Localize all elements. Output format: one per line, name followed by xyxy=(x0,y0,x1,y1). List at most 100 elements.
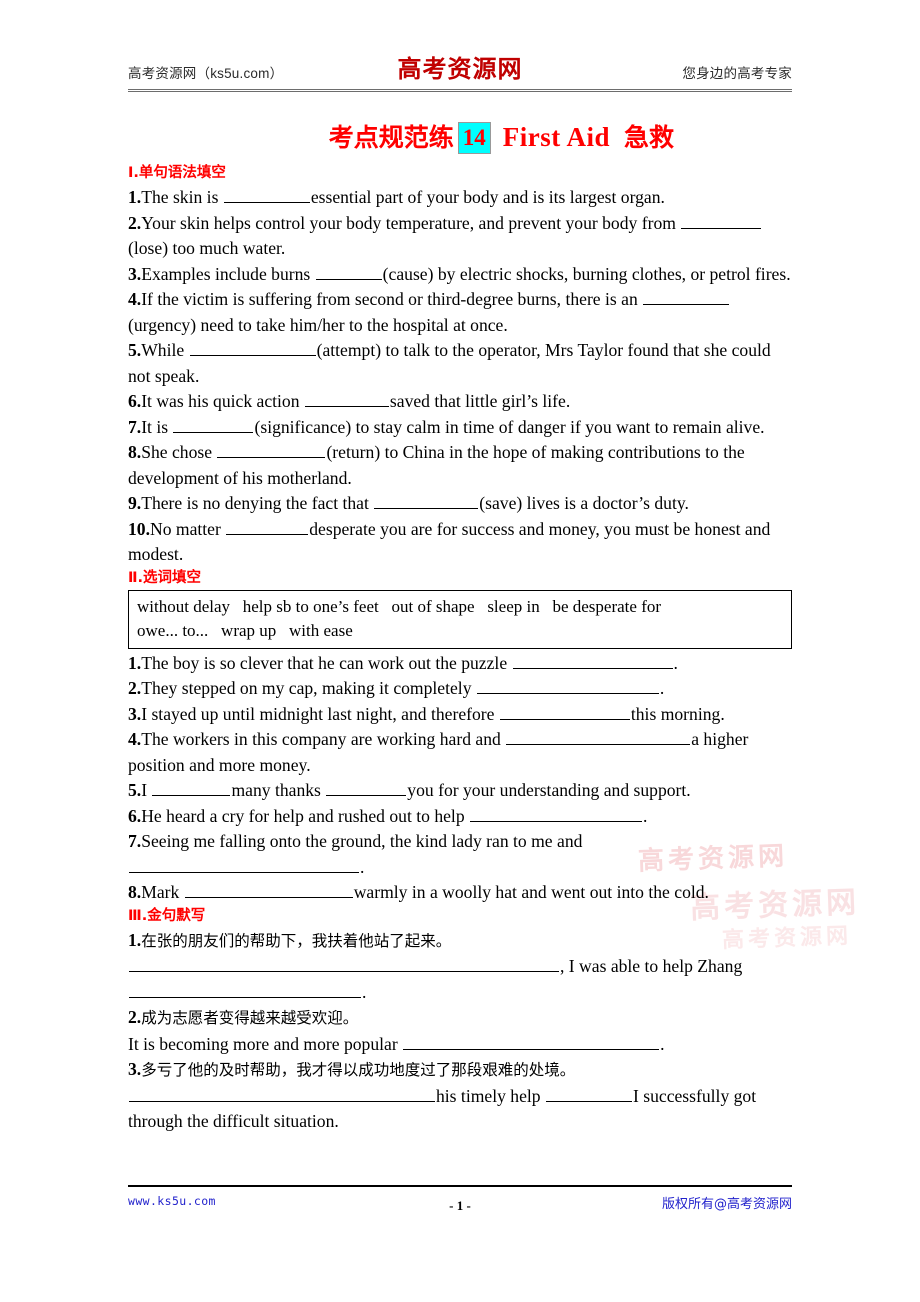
translation-answer-line: It is becoming more and more popular . xyxy=(128,1032,792,1058)
answer-blank[interactable] xyxy=(152,779,231,796)
page-title: 考点规范练 14 First Aid 急救 xyxy=(128,118,792,158)
title-exercise-number: 14 xyxy=(457,122,491,154)
section-heading: Ⅰ.单句语法填空 xyxy=(128,165,226,181)
question-item: 5.While (attempt) to talk to the operato… xyxy=(128,338,792,389)
question-item: 4.The workers in this company are workin… xyxy=(128,727,792,778)
title-english: First Aid xyxy=(502,122,610,152)
question-text: his timely help xyxy=(436,1085,545,1106)
question-item: 3.I stayed up until midnight last night,… xyxy=(128,702,792,728)
chinese-sentence: 成为志愿者变得越来越受欢迎。 xyxy=(141,1009,359,1027)
footer-copyright: 版权所有@高考资源网 xyxy=(661,1197,792,1212)
question-number: 2. xyxy=(128,1007,142,1027)
question-number: 7. xyxy=(128,416,142,437)
question-text: (urgency) need to take him/her to the ho… xyxy=(128,314,508,335)
question-text: . xyxy=(643,805,648,826)
answer-blank[interactable] xyxy=(223,186,310,203)
answer-blank[interactable] xyxy=(403,1033,660,1050)
question-number: 6. xyxy=(128,391,142,411)
question-number: 2. xyxy=(128,212,142,233)
answer-blank[interactable] xyxy=(184,881,353,898)
answer-blank[interactable] xyxy=(129,856,359,873)
answer-blank[interactable] xyxy=(506,728,691,745)
question-item: 1.The boy is so clever that he can work … xyxy=(128,651,792,677)
answer-blank[interactable] xyxy=(374,492,479,509)
question-item: 8.Mark warmly in a woolly hat and went o… xyxy=(128,880,792,906)
chinese-sentence: 在张的朋友们的帮助下，我扶着他站了起来。 xyxy=(141,931,452,950)
question-item: 2.Your skin helps control your body temp… xyxy=(128,211,792,262)
question-item: 5.I many thanks you for your understandi… xyxy=(128,778,792,804)
question-item: 7.It is (significance) to stay calm in t… xyxy=(128,415,792,441)
answer-blank[interactable] xyxy=(189,339,316,356)
answer-blank[interactable] xyxy=(217,441,326,458)
answer-blank[interactable] xyxy=(326,779,407,796)
question-text: He heard a cry for help and rushed out t… xyxy=(141,805,470,826)
question-text: . xyxy=(673,652,678,673)
question-item: 6.He heard a cry for help and rushed out… xyxy=(128,804,792,830)
answer-blank[interactable] xyxy=(129,1085,435,1102)
page-header: 高考资源网（ks5u.com） 高考资源网 您身边的高考专家 xyxy=(128,48,792,92)
answer-blank[interactable] xyxy=(129,981,361,998)
question-number: 3. xyxy=(128,263,142,284)
header-slogan: 您身边的高考专家 xyxy=(682,66,792,81)
translation-answer-line: his timely help I successfully got throu… xyxy=(128,1084,792,1135)
header-logo: 高考资源网 xyxy=(397,55,523,83)
word-bank-line: owe... to... wrap up with ease xyxy=(137,620,353,640)
answer-blank[interactable] xyxy=(315,263,382,280)
answer-blank[interactable] xyxy=(304,390,389,407)
question-text: Examples include burns xyxy=(141,263,315,284)
question-item: 10.No matter desperate you are for succe… xyxy=(128,517,792,568)
translation-prompt: 1.在张的朋友们的帮助下，我扶着他站了起来。 xyxy=(128,928,792,955)
question-text: Seeing me falling onto the ground, the k… xyxy=(141,831,583,851)
question-text: . xyxy=(362,981,367,1002)
translation-prompt: 3.多亏了他的及时帮助，我才得以成功地度过了那段艰难的处境。 xyxy=(128,1057,792,1084)
question-number: 3. xyxy=(128,703,142,724)
question-text: (save) lives is a doctor’s duty. xyxy=(479,493,689,513)
question-text: saved that little girl’s life. xyxy=(389,391,571,411)
question-text: essential part of your body and is its l… xyxy=(310,187,665,207)
question-text: The workers in this company are working … xyxy=(141,729,506,749)
question-text: . xyxy=(360,856,365,877)
answer-blank[interactable] xyxy=(173,416,254,433)
question-number: 2. xyxy=(128,678,142,698)
chinese-sentence: 多亏了他的及时帮助，我才得以成功地度过了那段艰难的处境。 xyxy=(141,1061,576,1079)
footer-page-number: - 1 - xyxy=(449,1198,471,1213)
word-bank-box: without delay help sb to one’s feet out … xyxy=(128,589,792,649)
answer-blank[interactable] xyxy=(512,652,673,669)
question-number: 1. xyxy=(128,929,142,950)
question-item: 9.There is no denying the fact that (sav… xyxy=(128,491,792,517)
answer-blank[interactable] xyxy=(545,1085,632,1102)
question-text: She chose xyxy=(141,442,217,462)
question-number: 1. xyxy=(128,187,142,207)
question-item: 1.The skin is essential part of your bod… xyxy=(128,185,792,211)
question-text: you for your understanding and support. xyxy=(407,780,691,800)
question-text: I stayed up until midnight last night, a… xyxy=(141,703,499,724)
answer-blank[interactable] xyxy=(681,212,762,229)
answer-blank[interactable] xyxy=(499,703,630,720)
question-text: They stepped on my cap, making it comple… xyxy=(141,678,476,698)
question-text: No matter xyxy=(150,518,226,539)
translation-answer-line: , I was able to help Zhang . xyxy=(128,954,792,1005)
question-text: The skin is xyxy=(141,187,223,207)
section-heading: Ⅱ.选词填空 xyxy=(128,569,202,586)
question-number: 4. xyxy=(128,729,142,749)
question-number: 7. xyxy=(128,831,142,851)
question-text: this morning. xyxy=(630,703,725,724)
answer-blank[interactable] xyxy=(476,677,659,694)
question-item: 8.She chose (return) to China in the hop… xyxy=(128,440,792,491)
question-text: (cause) by electric shocks, burning clot… xyxy=(382,263,791,284)
question-text: many thanks xyxy=(231,780,326,800)
answer-blank[interactable] xyxy=(470,805,643,822)
question-text: (significance) to stay calm in time of d… xyxy=(254,416,765,437)
question-text: . xyxy=(660,1033,665,1054)
question-text: Mark xyxy=(141,882,184,902)
answer-blank[interactable] xyxy=(643,288,730,305)
question-number: 8. xyxy=(128,882,142,902)
answer-blank[interactable] xyxy=(226,518,309,535)
word-bank-line: without delay help sb to one’s feet out … xyxy=(137,596,662,616)
question-text: It is becoming more and more popular xyxy=(128,1033,403,1054)
translation-prompt: 2.成为志愿者变得越来越受欢迎。 xyxy=(128,1005,792,1032)
question-text: . xyxy=(659,678,665,698)
answer-blank[interactable] xyxy=(129,955,559,972)
question-number: 6. xyxy=(128,805,142,826)
document-page: 高考资源网 高考资源网 高考资源网 高考资源网（ks5u.com） 高考资源网 … xyxy=(0,0,920,1302)
